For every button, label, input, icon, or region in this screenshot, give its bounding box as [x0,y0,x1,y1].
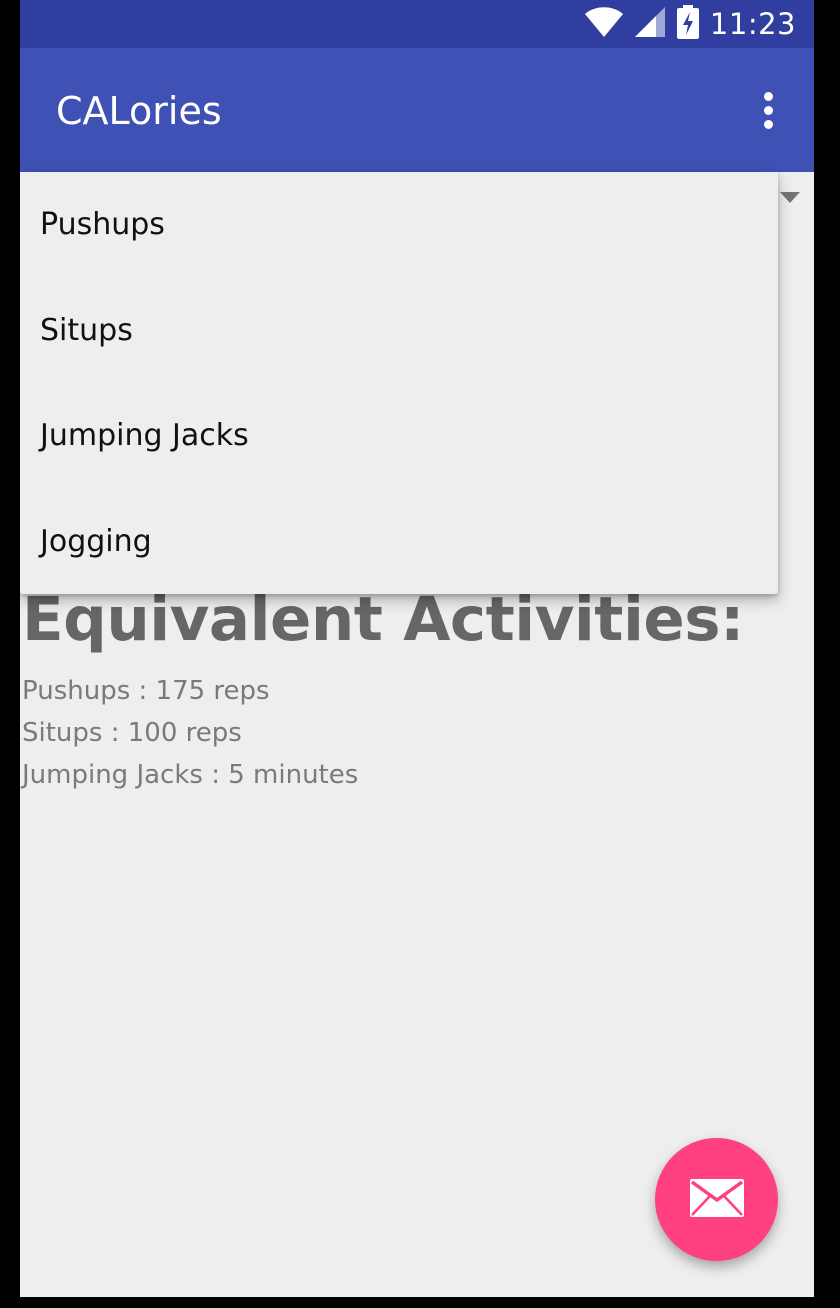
activities-list: Pushups : 175 reps Situps : 100 reps Jum… [22,670,358,796]
overflow-dot [763,91,773,101]
overflow-dot [763,119,773,129]
activity-item: Jumping Jacks : 5 minutes [22,760,359,790]
email-fab-button[interactable] [655,1138,778,1261]
activity-item: Pushups : 175 reps [22,676,270,706]
overflow-dot [763,105,773,115]
battery-charging-icon [676,5,700,43]
app-title: CALories [56,89,222,133]
dropdown-item-jogging[interactable]: Jogging [20,489,778,595]
status-icons: 11:23 [584,4,796,44]
cellular-signal-icon [634,6,666,42]
activity-item: Situps : 100 reps [22,718,242,748]
dropdown-item-situps[interactable]: Situps [20,278,778,384]
status-bar: 11:23 [20,0,814,48]
more-vert-icon[interactable] [748,84,788,136]
app-screen: 11:23 CALories Equivalent Activities: Pu… [20,0,814,1297]
email-icon [689,1178,745,1222]
activity-dropdown-menu: Pushups Situps Jumping Jacks Jogging [20,172,778,594]
wifi-icon [584,6,624,42]
dropdown-item-pushups[interactable]: Pushups [20,172,778,278]
app-bar: CALories [20,48,814,172]
dropdown-item-jumping-jacks[interactable]: Jumping Jacks [20,383,778,489]
spinner-caret-icon[interactable] [780,192,800,203]
status-time: 11:23 [709,7,796,41]
